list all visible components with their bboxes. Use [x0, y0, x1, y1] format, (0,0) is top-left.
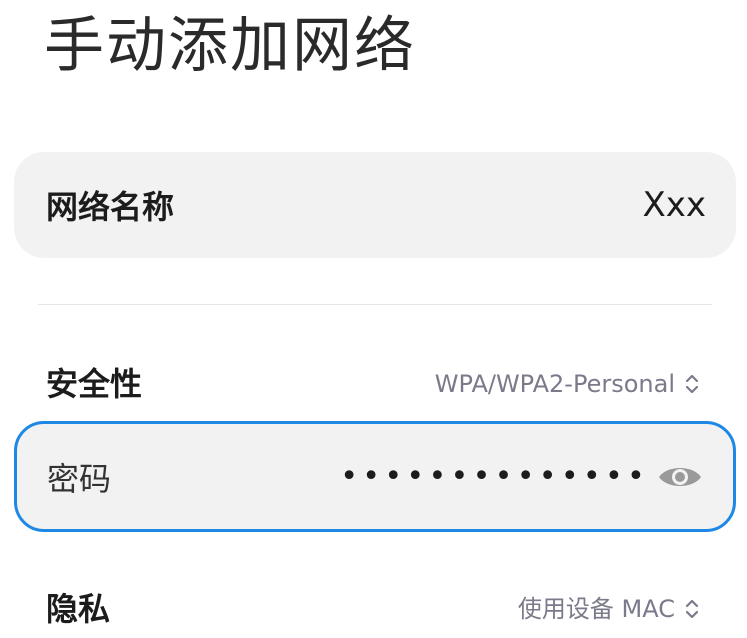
- security-value: WPA/WPA2-Personal: [434, 370, 675, 398]
- security-value-wrap[interactable]: WPA/WPA2-Personal: [435, 354, 701, 414]
- page-title: 手动添加网络: [44, 11, 416, 81]
- password-label: 密码: [47, 459, 112, 498]
- add-network-page: 手动添加网络 网络名称 Xxx 安全性 WPA/WPA2-Personal 密码…: [0, 0, 747, 638]
- privacy-value-wrap[interactable]: 使用设备 MAC: [518, 579, 701, 638]
- privacy-value: 使用设备 MAC: [517, 595, 675, 623]
- privacy-selector[interactable]: 隐私 使用设备 MAC: [0, 579, 747, 638]
- password-input[interactable]: [317, 450, 651, 503]
- network-name-value[interactable]: Xxx: [642, 185, 706, 225]
- privacy-label: 隐私: [46, 590, 111, 628]
- network-name-field[interactable]: 网络名称 Xxx: [14, 152, 736, 258]
- updown-chevron-icon: [685, 599, 699, 619]
- divider: [38, 304, 712, 305]
- password-field[interactable]: 密码: [14, 421, 736, 532]
- security-selector[interactable]: 安全性 WPA/WPA2-Personal: [0, 354, 747, 414]
- security-label: 安全性: [46, 365, 143, 403]
- eye-icon[interactable]: [657, 462, 703, 492]
- network-name-label: 网络名称: [46, 188, 175, 226]
- updown-chevron-icon: [685, 374, 699, 394]
